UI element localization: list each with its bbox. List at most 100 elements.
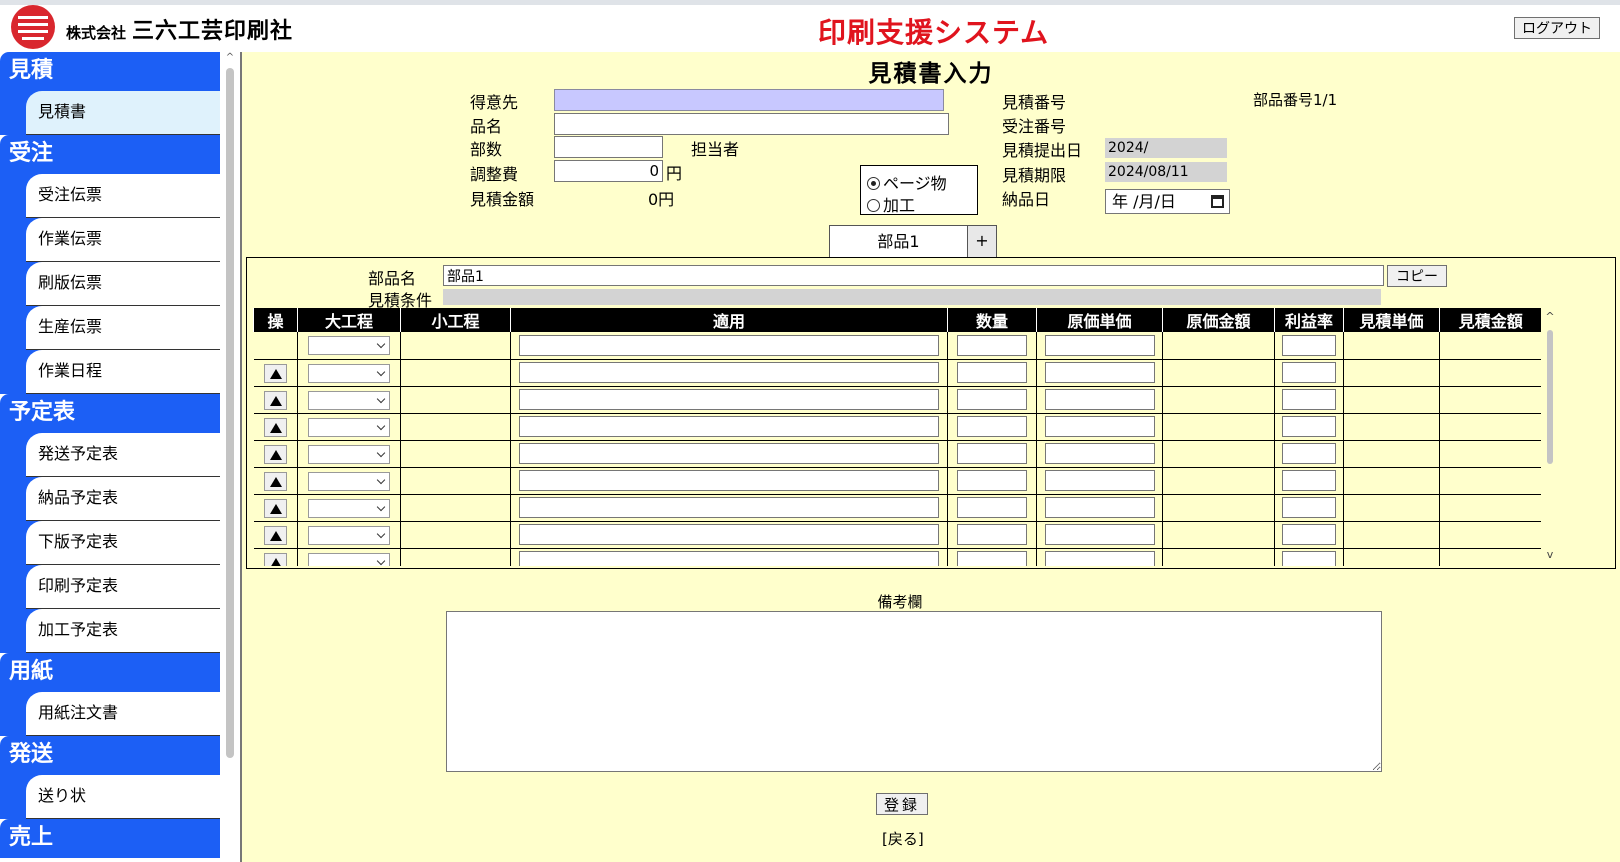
copy-button[interactable]: コピー	[1387, 265, 1447, 287]
sidebar-item-label[interactable]: 送り状	[26, 775, 220, 819]
sidebar-item-label[interactable]: 加工予定表	[26, 609, 220, 653]
sidebar-item[interactable]: 加工予定表	[0, 609, 220, 653]
unit-cost-input[interactable]	[1044, 389, 1155, 410]
customer-input[interactable]	[554, 89, 944, 111]
sidebar-item-label[interactable]: 受注伝票	[26, 174, 220, 218]
radio-processing[interactable]: 加工	[867, 192, 915, 216]
unit-cost-input[interactable]	[1044, 334, 1155, 356]
remarks-textarea[interactable]	[446, 611, 1382, 772]
major-process-select[interactable]	[308, 417, 390, 437]
grid-scroll-down-icon[interactable]: v	[1543, 548, 1557, 561]
move-up-button[interactable]	[263, 471, 287, 491]
major-process-select[interactable]	[308, 390, 390, 410]
profit-rate-input[interactable]	[1282, 524, 1336, 545]
application-input[interactable]	[519, 551, 939, 566]
profit-rate-input[interactable]	[1282, 389, 1336, 410]
profit-rate-input[interactable]	[1282, 470, 1336, 491]
sidebar-item-label[interactable]: 納品予定表	[26, 477, 220, 521]
radio-selected-icon[interactable]	[867, 177, 880, 190]
major-process-select[interactable]	[308, 444, 390, 464]
major-process-select[interactable]	[308, 363, 390, 383]
application-input[interactable]	[519, 416, 939, 437]
profit-rate-input[interactable]	[1282, 362, 1336, 383]
sidebar-item[interactable]: 作業日程	[0, 350, 220, 394]
sidebar-item[interactable]: 送り状	[0, 775, 220, 819]
application-input[interactable]	[519, 334, 939, 356]
major-process-select[interactable]	[308, 336, 390, 356]
sidebar-item-label[interactable]: 作業日程	[26, 350, 220, 394]
sidebar-item-label[interactable]: 作業伝票	[26, 218, 220, 262]
radio-page[interactable]: ページ物	[867, 170, 947, 194]
sidebar-item-label[interactable]: 刷版伝票	[26, 262, 220, 306]
sidebar-item[interactable]: 受注伝票	[0, 174, 220, 218]
quantity-input[interactable]	[957, 497, 1027, 518]
sidebar-item[interactable]: 発送予定表	[0, 433, 220, 477]
quantity-input[interactable]	[957, 416, 1027, 437]
sidebar-item-label[interactable]: 用紙注文書	[26, 692, 220, 736]
grid-scroll-thumb[interactable]	[1547, 330, 1553, 464]
grid-scroll-up-icon[interactable]: ^	[1543, 310, 1557, 323]
unit-cost-input[interactable]	[1044, 443, 1155, 464]
unit-cost-input[interactable]	[1044, 524, 1155, 545]
application-input[interactable]	[519, 389, 939, 410]
application-input[interactable]	[519, 497, 939, 518]
radio-unselected-icon[interactable]	[867, 199, 880, 212]
sidebar-item-label[interactable]: 生産伝票	[26, 306, 220, 350]
profit-rate-input[interactable]	[1282, 416, 1336, 437]
quantity-input[interactable]	[957, 470, 1027, 491]
application-input[interactable]	[519, 470, 939, 491]
major-process-select[interactable]	[308, 498, 390, 518]
move-up-button[interactable]	[263, 390, 287, 410]
move-up-button[interactable]	[263, 552, 287, 566]
tab-part1[interactable]: 部品1	[830, 226, 967, 257]
move-up-button[interactable]	[263, 444, 287, 464]
logout-button[interactable]: ログアウト	[1514, 17, 1600, 39]
sidebar-item-label[interactable]: 印刷予定表	[26, 565, 220, 609]
sidebar-item-label[interactable]: 下版予定表	[26, 521, 220, 565]
copies-input[interactable]	[554, 136, 663, 158]
sidebar-item[interactable]: 納品予定表	[0, 477, 220, 521]
move-up-button[interactable]	[263, 363, 287, 383]
grid-scrollbar[interactable]: ^ v	[1543, 308, 1557, 566]
application-input[interactable]	[519, 524, 939, 545]
sidebar-item[interactable]: 用紙注文書	[0, 692, 220, 736]
sidebar-scrollbar[interactable]: ^	[224, 52, 236, 862]
unit-cost-input[interactable]	[1044, 470, 1155, 491]
register-button[interactable]: 登録	[876, 793, 928, 815]
unit-cost-input[interactable]	[1044, 551, 1155, 566]
part-name-input[interactable]	[443, 265, 1384, 286]
move-up-button[interactable]	[263, 525, 287, 545]
delivery-date-input[interactable]: 年 /月/日	[1105, 189, 1230, 214]
adjust-input[interactable]: 0	[554, 160, 663, 182]
quantity-input[interactable]	[957, 362, 1027, 383]
profit-rate-input[interactable]	[1282, 334, 1336, 356]
quantity-input[interactable]	[957, 443, 1027, 464]
unit-cost-input[interactable]	[1044, 416, 1155, 437]
unit-cost-input[interactable]	[1044, 362, 1155, 383]
sidebar-item-label[interactable]: 発送予定表	[26, 433, 220, 477]
quantity-input[interactable]	[957, 524, 1027, 545]
unit-cost-input[interactable]	[1044, 497, 1155, 518]
sidebar-item[interactable]: 生産伝票	[0, 306, 220, 350]
profit-rate-input[interactable]	[1282, 443, 1336, 464]
add-part-button[interactable]: +	[967, 226, 996, 257]
quantity-input[interactable]	[957, 389, 1027, 410]
back-link[interactable]: [戻る]	[882, 828, 924, 849]
scroll-up-icon[interactable]: ^	[224, 52, 236, 63]
sidebar-item[interactable]: 印刷予定表	[0, 565, 220, 609]
application-input[interactable]	[519, 362, 939, 383]
major-process-select[interactable]	[308, 471, 390, 491]
major-process-select[interactable]	[308, 552, 390, 566]
profit-rate-input[interactable]	[1282, 497, 1336, 518]
quantity-input[interactable]	[957, 551, 1027, 566]
application-input[interactable]	[519, 443, 939, 464]
calendar-icon[interactable]	[1211, 195, 1224, 208]
sidebar-item[interactable]: 見積書	[0, 91, 220, 135]
product-name-input[interactable]	[554, 113, 949, 135]
quantity-input[interactable]	[957, 334, 1027, 356]
sidebar-item-label[interactable]: 見積書	[26, 91, 220, 135]
sidebar-scroll-thumb[interactable]	[226, 68, 234, 758]
sidebar-item[interactable]: 作業伝票	[0, 218, 220, 262]
move-up-button[interactable]	[263, 498, 287, 518]
sidebar-item[interactable]: 刷版伝票	[0, 262, 220, 306]
